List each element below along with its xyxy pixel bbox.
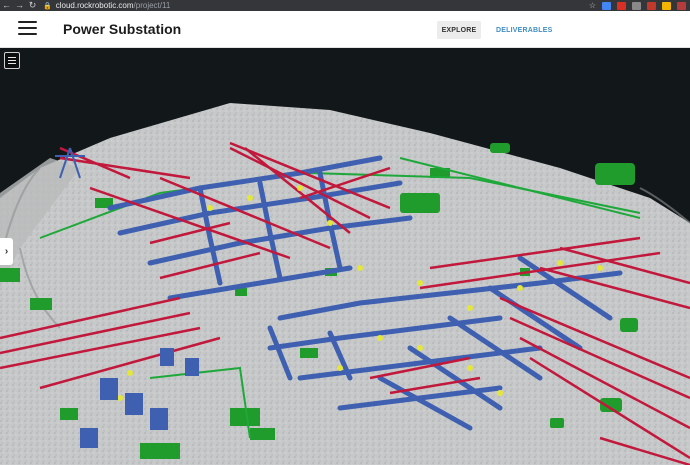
layers-menu-icon[interactable] [4,52,20,69]
lock-icon: 🔒 [43,2,52,10]
app-header: Power Substation EXPLORE DELIVERABLES [0,11,690,48]
extension-icon[interactable] [647,1,656,10]
ground-plane [0,103,690,465]
flag-icon[interactable] [677,1,686,10]
url-path: /project/11 [133,1,171,10]
url-host: cloud.rockrobotic.com [55,1,134,10]
star-icon[interactable]: ☆ [589,0,596,11]
forward-icon[interactable]: → [13,0,26,11]
point-cloud-viewer[interactable]: › [0,48,690,465]
extension-icon[interactable] [662,1,671,10]
point-cloud-render [0,103,690,465]
reload-icon[interactable]: ↻ [26,0,39,11]
extension-icon[interactable] [617,1,626,10]
chevron-right-icon[interactable]: › [0,238,13,265]
hamburger-icon[interactable] [18,21,37,36]
extension-icon[interactable] [632,1,641,10]
extension-icon[interactable] [602,1,611,10]
back-icon[interactable]: ← [0,0,13,11]
page-title: Power Substation [63,21,182,37]
address-bar[interactable]: 🔒 cloud.rockrobotic.com/project/11 [43,0,170,11]
browser-toolbar: ← → ↻ 🔒 cloud.rockrobotic.com/project/11… [0,0,690,11]
tab-explore[interactable]: EXPLORE [437,21,481,39]
browser-actions: ☆ [589,0,690,11]
tab-deliverables[interactable]: DELIVERABLES [496,21,552,39]
